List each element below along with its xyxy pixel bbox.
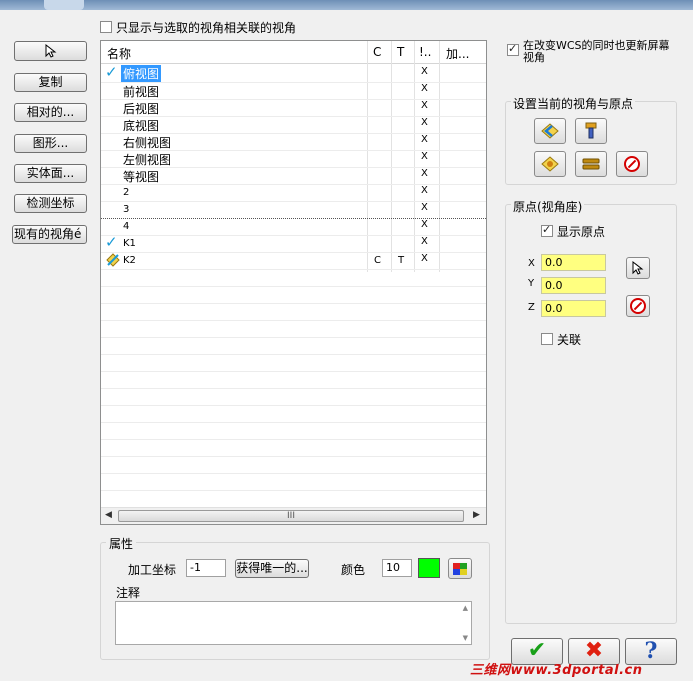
origin-y-field[interactable]: 0.0 xyxy=(541,277,606,294)
empty-row xyxy=(101,439,486,457)
empty-row xyxy=(101,269,486,287)
table-row[interactable]: 4X xyxy=(101,218,486,236)
no-entry-icon xyxy=(630,298,646,314)
color-number-field[interactable]: 10 xyxy=(382,559,412,577)
set-tool-plane-button[interactable] xyxy=(575,118,607,144)
set-wcs-view-button[interactable] xyxy=(534,118,566,144)
existing-views-button[interactable]: 现有的视角é xyxy=(12,225,87,244)
plane-diamond-icon xyxy=(541,156,559,172)
equal-icon xyxy=(582,158,600,170)
table-row[interactable]: 2X xyxy=(101,184,486,202)
table-row[interactable]: ✓ 俯视图 X xyxy=(101,63,486,83)
relative-button[interactable]: 相对的... xyxy=(14,103,87,122)
table-row[interactable]: 后视图 X xyxy=(101,99,486,117)
y-label: Y xyxy=(528,278,535,289)
cplane-tplane-icon xyxy=(106,253,120,267)
filter-associated-checkbox[interactable] xyxy=(100,21,112,33)
empty-row xyxy=(101,388,486,406)
show-origin-checkbox[interactable] xyxy=(541,223,553,237)
wcs-arrow-icon xyxy=(541,123,559,139)
table-row[interactable]: K2 C T X xyxy=(101,252,486,270)
empty-row xyxy=(101,371,486,389)
check-coords-button[interactable]: 检测坐标 xyxy=(14,194,87,213)
scroll-right-icon[interactable]: ▶ xyxy=(473,510,480,520)
x-label: X xyxy=(528,258,535,269)
empty-row xyxy=(101,405,486,423)
scroll-left-icon[interactable]: ◀ xyxy=(105,510,112,520)
set-equal-button[interactable] xyxy=(575,151,607,177)
color-picker-button[interactable] xyxy=(448,558,472,579)
cursor-icon xyxy=(45,43,56,58)
update-screen-view-checkbox[interactable] xyxy=(507,42,519,56)
notes-textarea[interactable]: ▲ ▼ xyxy=(115,601,472,645)
update-screen-view-label-2: 视角 xyxy=(523,51,545,64)
notes-scroll-down-icon[interactable]: ▼ xyxy=(463,634,468,642)
z-label: Z xyxy=(528,302,535,313)
empty-row xyxy=(101,490,486,508)
set-view-title: 设置当前的视角与原点 xyxy=(511,95,636,112)
wcs-check-icon: ✓ xyxy=(105,233,118,251)
associate-label: 关联 xyxy=(557,333,582,347)
table-row[interactable]: 等视图 X xyxy=(101,167,486,185)
color-swatch[interactable] xyxy=(418,558,440,578)
filter-associated-label: 只显示与选取的视角相关联的视角 xyxy=(116,21,297,35)
empty-row xyxy=(101,422,486,440)
notes-label: 注释 xyxy=(116,586,141,600)
color-label: 颜色 xyxy=(341,563,366,577)
table-row[interactable]: 右侧视图 X xyxy=(101,133,486,151)
table-row[interactable]: 3X xyxy=(101,201,486,219)
empty-row xyxy=(101,286,486,304)
empty-row xyxy=(101,337,486,355)
empty-row xyxy=(101,320,486,338)
col-x[interactable]: !.. xyxy=(419,45,431,59)
graphic-button[interactable]: 图形... xyxy=(14,134,87,153)
empty-row xyxy=(101,456,486,474)
properties-title: 属性 xyxy=(106,535,137,552)
empty-row xyxy=(101,354,486,372)
reset-origin-button[interactable] xyxy=(626,295,650,317)
notes-scroll-up-icon[interactable]: ▲ xyxy=(463,604,468,612)
palette-icon xyxy=(453,562,467,575)
origin-title: 原点(视角座) xyxy=(511,198,585,215)
table-row[interactable]: ✓ K1 X xyxy=(101,233,486,253)
title-tab xyxy=(44,0,84,10)
col-name[interactable]: 名称 xyxy=(107,45,131,62)
table-row[interactable]: 前视图 X xyxy=(101,82,486,100)
work-coord-field[interactable]: -1 xyxy=(186,559,226,577)
active-check-icon: ✓ xyxy=(105,63,118,81)
views-list-header: 名称 C T !.. 加... xyxy=(101,41,486,64)
set-construction-plane-button[interactable] xyxy=(534,151,566,177)
origin-x-field[interactable]: 0.0 xyxy=(541,254,606,271)
select-view-button[interactable] xyxy=(14,41,87,61)
work-coord-label: 加工坐标 xyxy=(128,563,177,577)
empty-row xyxy=(101,303,486,321)
cursor-icon xyxy=(632,261,644,275)
tool-icon xyxy=(585,122,597,139)
origin-z-field[interactable]: 0.0 xyxy=(541,300,606,317)
clear-view-button[interactable] xyxy=(616,151,648,177)
watermark: 三维网www.3dportal.cn xyxy=(470,663,643,678)
scroll-thumb[interactable]: III xyxy=(118,510,464,522)
associate-checkbox[interactable] xyxy=(541,333,553,345)
solid-face-button[interactable]: 实体面... xyxy=(14,164,87,183)
table-row[interactable]: 底视图 X xyxy=(101,116,486,134)
horizontal-scrollbar[interactable]: ◀ III ▶ xyxy=(101,507,486,524)
pick-origin-button[interactable] xyxy=(626,257,650,279)
col-work[interactable]: 加... xyxy=(446,45,469,62)
window-titlebar xyxy=(0,0,693,10)
empty-row xyxy=(101,473,486,491)
no-entry-icon xyxy=(624,156,640,172)
col-t[interactable]: T xyxy=(397,45,404,59)
views-list[interactable]: 名称 C T !.. 加... ✓ 俯视图 X 前视图 X 后视图 X 底视图 X 右… xyxy=(100,40,487,525)
get-unique-button[interactable]: 获得唯一的... xyxy=(235,559,309,578)
show-origin-label: 显示原点 xyxy=(557,225,606,239)
table-row[interactable]: 左侧视图 X xyxy=(101,150,486,168)
copy-button[interactable]: 复制 xyxy=(14,73,87,92)
col-c[interactable]: C xyxy=(373,45,381,59)
